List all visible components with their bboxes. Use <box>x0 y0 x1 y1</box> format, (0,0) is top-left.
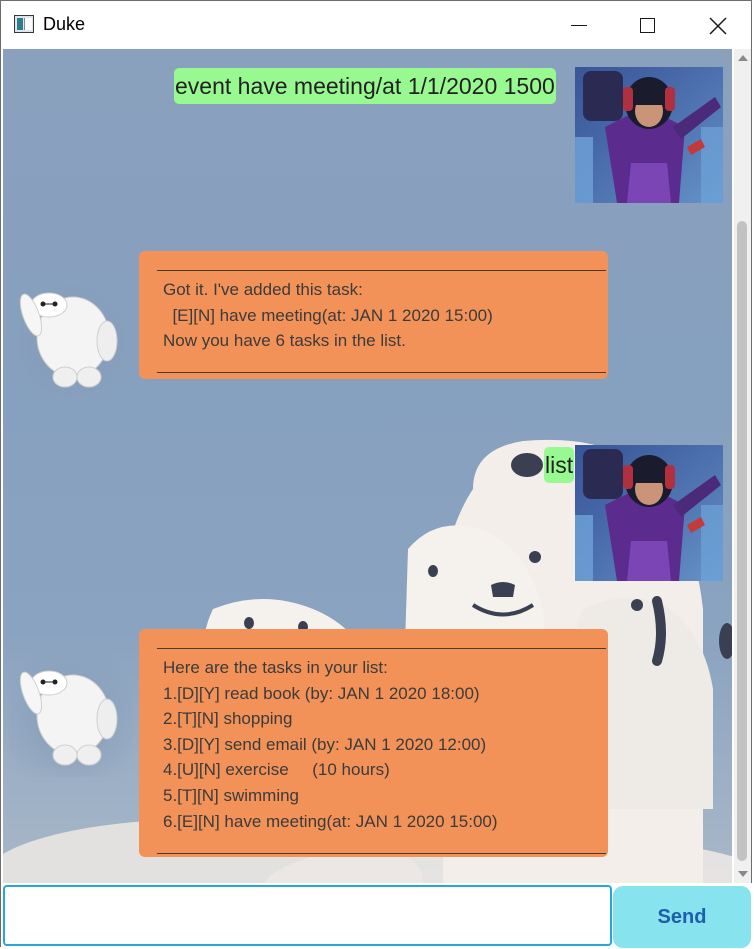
divider-line <box>157 648 606 649</box>
user-avatar <box>575 445 723 581</box>
user-message-bubble: event have meeting/at 1/1/2020 1500 <box>174 68 556 104</box>
duke-avatar <box>9 269 133 399</box>
minimize-button[interactable] <box>542 1 612 49</box>
send-button[interactable]: Send <box>613 886 751 948</box>
divider-line <box>157 270 606 271</box>
message-line: Here are the tasks in your list: <box>163 658 388 677</box>
user-avatar <box>575 67 723 203</box>
message-line: [E][N] have meeting(at: JAN 1 2020 15:00… <box>163 305 493 325</box>
divider-line <box>157 372 606 373</box>
close-button[interactable] <box>682 1 752 49</box>
maximize-button[interactable] <box>612 1 682 49</box>
message-line: Now you have 6 tasks in the list. <box>163 331 406 351</box>
message-line: 2.[T][N] shopping <box>163 709 293 729</box>
message-line: Got it. I've added this task: <box>163 280 363 299</box>
divider-line <box>157 853 606 854</box>
scroll-thumb[interactable] <box>737 221 747 861</box>
message-line: 1.[D][Y] read book (by: JAN 1 2020 18:00… <box>163 683 480 703</box>
message-line: 3.[D][Y] send email (by: JAN 1 2020 12:0… <box>163 734 487 754</box>
duke-message-text: Here are the tasks in your list: 1.[D][Y… <box>163 655 498 834</box>
vertical-scrollbar[interactable] <box>734 49 751 883</box>
scroll-up-arrow-icon[interactable] <box>738 55 748 61</box>
duke-message-bubble: Here are the tasks in your list: 1.[D][Y… <box>139 629 608 857</box>
chat-scroll-pane[interactable]: event have meeting/at 1/1/2020 1500 Got … <box>3 49 732 883</box>
message-line: 4.[U][N] exercise (10 hours) <box>163 760 390 780</box>
user-message-bubble: list <box>544 447 575 483</box>
duke-message-text: Got it. I've added this task: [E][N] hav… <box>163 277 493 354</box>
duke-avatar <box>9 647 133 777</box>
window-title: Duke <box>43 14 86 34</box>
message-line: 5.[T][N] swimming <box>163 785 300 805</box>
duke-message-bubble: Got it. I've added this task: [E][N] hav… <box>139 251 608 379</box>
close-icon <box>709 17 727 35</box>
message-line: 6.[E][N] have meeting(at: JAN 1 2020 15:… <box>163 811 498 831</box>
message-input[interactable] <box>3 885 612 946</box>
title-bar: Duke <box>1 1 751 49</box>
app-window: Duke event have meeting/at 1/1/2020 1500… <box>0 0 753 948</box>
scroll-down-arrow-icon[interactable] <box>738 871 748 877</box>
app-icon <box>14 15 34 33</box>
input-row: Send <box>1 883 753 948</box>
